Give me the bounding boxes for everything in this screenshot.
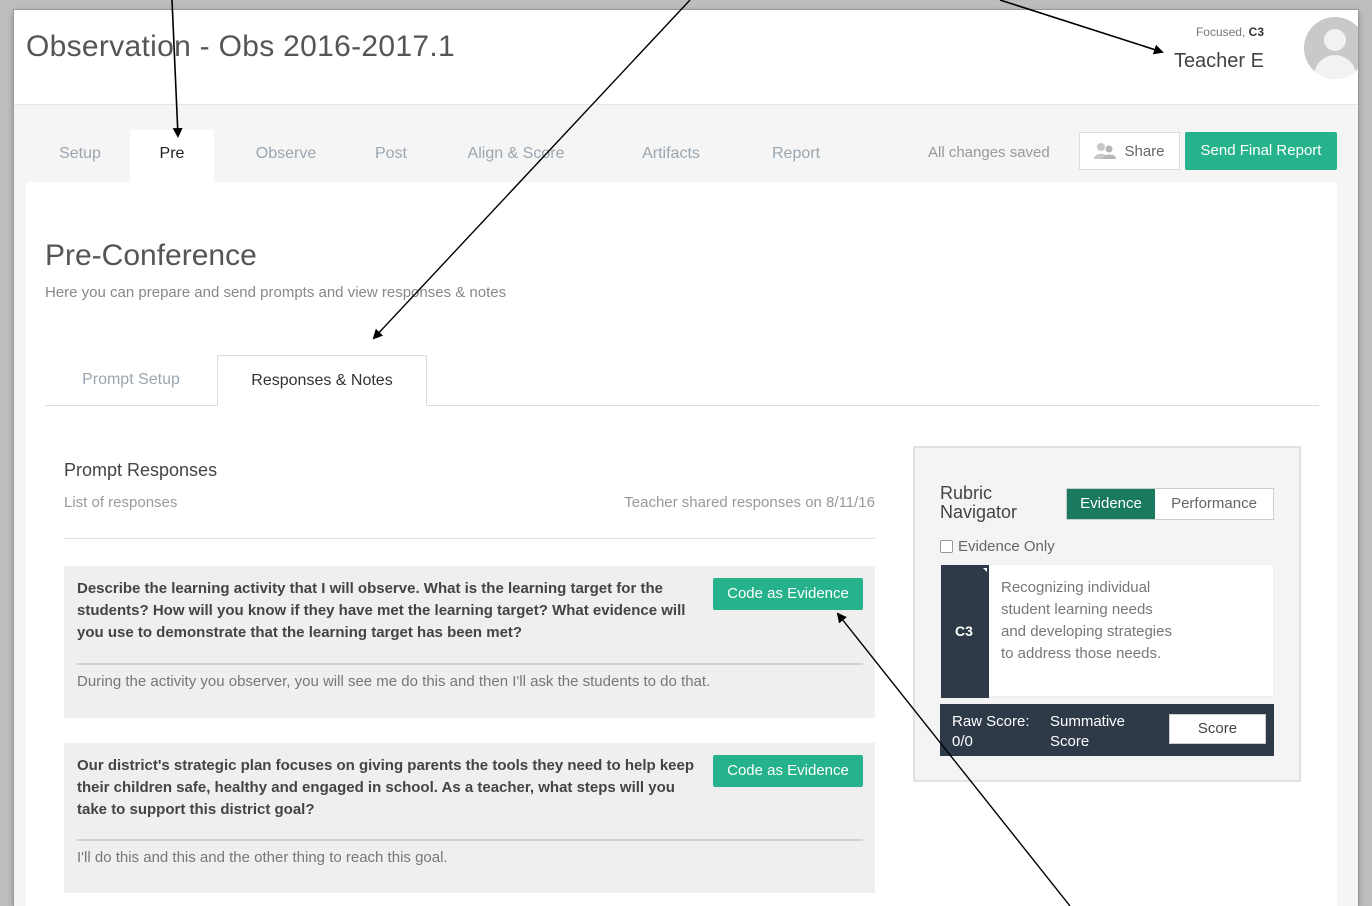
view-toggle: Evidence Performance: [1066, 488, 1274, 520]
share-label: Share: [1124, 142, 1165, 160]
app-window: Observation - Obs 2016-2017.1 Focused, C…: [14, 10, 1358, 906]
user-role-code: C3: [1248, 25, 1264, 39]
code-as-evidence-button[interactable]: Code as Evidence: [713, 578, 863, 610]
rubric-navigator: Rubric Navigator Evidence Performance Ev…: [913, 446, 1301, 782]
response-card: Describe the learning activity that I wi…: [64, 566, 875, 718]
user-role-prefix: Focused,: [1195, 25, 1246, 39]
user-role: Focused, C3: [1196, 25, 1264, 39]
criterion-description: Recognizing individual student learning …: [1001, 579, 1172, 662]
section-subtitle: Here you can prepare and send prompts an…: [45, 284, 507, 301]
rubric-navigator-title: Rubric Navigator: [940, 483, 1018, 522]
prompt-answer: During the activity you observer, you wi…: [77, 673, 711, 690]
toggle-evidence[interactable]: Evidence: [1067, 489, 1155, 519]
tab-pre[interactable]: Pre: [130, 130, 214, 182]
page-title: Observation - Obs 2016-2017.1: [26, 30, 455, 63]
people-icon: [1094, 143, 1117, 159]
prompt-responses-subheading: List of responses: [64, 494, 178, 511]
evidence-only-option[interactable]: Evidence Only: [940, 538, 1055, 555]
send-final-report-button[interactable]: Send Final Report: [1185, 132, 1337, 170]
user-name[interactable]: Teacher E: [1174, 50, 1264, 73]
divider: [77, 839, 863, 841]
tab-observe[interactable]: Observe: [236, 130, 336, 182]
main-tab-bar: Setup Pre Observe Post Align & Score Art…: [26, 130, 906, 185]
code-as-evidence-button[interactable]: Code as Evidence: [713, 755, 863, 787]
evidence-only-checkbox[interactable]: [940, 540, 953, 553]
prompt-question: Our district's strategic plan focuses on…: [77, 757, 695, 818]
divider: [77, 663, 863, 665]
response-card: Our district's strategic plan focuses on…: [64, 743, 875, 893]
shared-note: Teacher shared responses on 8/11/16: [624, 494, 875, 511]
criterion-code: C3: [955, 623, 973, 639]
score-bar: Raw Score: 0/0 Summative Score Score: [940, 704, 1274, 756]
score-button[interactable]: Score: [1169, 714, 1266, 744]
prompt-answer: I'll do this and this and the other thin…: [77, 849, 448, 866]
tab-post[interactable]: Post: [351, 130, 431, 182]
tab-report[interactable]: Report: [746, 130, 846, 182]
tab-artifacts[interactable]: Artifacts: [621, 130, 721, 182]
header: Observation - Obs 2016-2017.1 Focused, C…: [14, 10, 1358, 105]
sub-tab-bar: Prompt Setup Responses & Notes: [45, 355, 1319, 406]
divider: [64, 538, 875, 539]
save-status: All changes saved: [928, 144, 1050, 161]
share-button[interactable]: Share: [1079, 132, 1180, 170]
tab-responses-notes[interactable]: Responses & Notes: [217, 355, 427, 406]
summative-score-label: Summative Score: [1050, 713, 1126, 750]
raw-score: Raw Score: 0/0: [952, 713, 1030, 750]
evidence-only-label: Evidence Only: [958, 538, 1055, 555]
prompt-question: Describe the learning activity that I wi…: [77, 580, 686, 641]
tab-setup[interactable]: Setup: [26, 130, 134, 182]
toggle-performance[interactable]: Performance: [1155, 489, 1273, 519]
section-title: Pre-Conference: [45, 239, 257, 272]
content-panel: Pre-Conference Here you can prepare and …: [26, 182, 1337, 906]
tab-align-score[interactable]: Align & Score: [456, 130, 576, 182]
tab-prompt-setup[interactable]: Prompt Setup: [45, 355, 217, 405]
avatar-body: [1314, 55, 1356, 79]
criterion-card[interactable]: C3 Recognizing individual student learni…: [940, 564, 1274, 698]
prompt-responses-heading: Prompt Responses: [64, 460, 218, 480]
avatar-head: [1324, 29, 1346, 51]
corner-marker-icon: [983, 568, 987, 572]
avatar[interactable]: [1304, 17, 1358, 79]
